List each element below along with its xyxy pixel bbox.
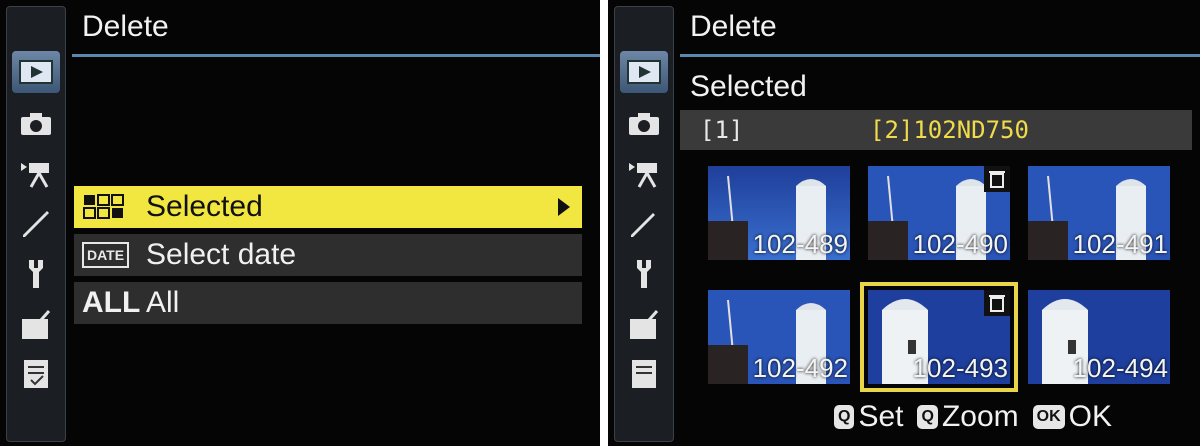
zoom-key-icon: Q [917,405,938,429]
date-icon: DATE [82,242,130,268]
custom-settings-tab[interactable] [620,203,668,245]
current-folder[interactable]: [2]102ND750 [870,116,1029,144]
thumbnail-label: 102-494 [1072,353,1168,383]
ok-key-icon: OK [1032,405,1065,429]
trash-icon [984,166,1010,192]
set-label: Set [858,400,904,433]
movie-menu-tab[interactable] [620,153,668,195]
thumbnail-label: 102-489 [752,229,848,259]
submenu-arrow-icon [558,198,570,216]
all-icon: ALL [82,286,141,319]
menu-item-label: Select date [146,238,297,271]
recent-settings-tab[interactable] [620,353,668,395]
movie-icon [629,163,657,188]
menu-sidebar [6,6,66,442]
thumbnail-label: 102-491 [1072,229,1168,259]
movie-icon [21,163,49,188]
zoom-out-thumbnail-key-icon: Q [834,405,855,429]
page-title: Delete [690,10,777,43]
recent-settings-tab[interactable] [12,353,60,395]
recent-settings-icon [24,360,48,388]
ok-label: OK [1068,400,1112,433]
setup-menu-tab[interactable] [12,253,60,295]
folder-1-tab[interactable]: [1] [700,116,743,144]
ok-hint[interactable]: OK OK [1032,400,1112,434]
zoom-label: Zoom [941,400,1019,433]
thumbnail-label: 102-493 [912,353,1008,383]
playback-menu-tab[interactable] [12,51,60,93]
thumbnail-grid-icon [74,192,146,222]
movie-menu-tab[interactable] [12,153,60,195]
retouch-icon [630,310,659,339]
retouch-menu-tab[interactable] [12,303,60,345]
menu-sidebar [614,6,674,442]
pencil-icon [23,211,49,237]
title-divider [680,54,1200,57]
thumbnail-current[interactable]: 102-493 [860,282,1018,392]
trash-icon [984,290,1010,316]
setup-menu-tab[interactable] [620,253,668,295]
footer-help: Q Set Q Zoom OK OK [834,400,1112,434]
playback-menu-tab[interactable] [620,51,668,93]
retouch-icon [22,310,51,339]
thumbnail-label: 102-492 [752,353,848,383]
page-subtitle: Selected [690,70,807,103]
menu-item-label: Selected [146,190,263,223]
menu-item-label: All [146,286,180,319]
playback-icon [19,60,53,84]
retouch-menu-tab[interactable] [620,303,668,345]
pencil-icon [631,213,655,237]
thumbnail[interactable]: 102-492 [708,290,850,384]
set-hint[interactable]: Q Set [834,400,903,434]
menu-item-selected[interactable]: Selected [74,186,582,228]
title-divider [72,54,600,57]
thumbnail[interactable]: 102-491 [1028,166,1170,260]
thumbnail[interactable]: 102-494 [1028,290,1170,384]
thumbnail-label: 102-490 [912,229,1008,259]
shooting-menu-tab[interactable] [12,103,60,145]
page-title: Delete [82,10,169,43]
shooting-menu-tab[interactable] [620,103,668,145]
custom-settings-tab[interactable] [12,203,60,245]
menu-item-select-date[interactable]: DATE Select date [74,234,582,276]
playback-icon [627,60,661,84]
thumbnail[interactable]: 102-490 [868,166,1010,260]
thumbnail[interactable]: 102-489 [708,166,850,260]
delete-menu-screen: Delete Selected DATE Select date ALL All [0,0,600,446]
menu-item-all[interactable]: ALL All [74,282,582,324]
recent-settings-icon [632,360,656,388]
folder-bar: [1] [2]102ND750 [680,110,1192,150]
camera-icon [21,113,51,135]
wrench-icon [637,260,651,288]
folder-name: 102ND750 [913,116,1029,144]
zoom-hint[interactable]: Q Zoom [917,400,1019,434]
delete-selected-screen: Delete Selected [1] [2]102ND750 102-489 … [608,0,1200,446]
wrench-icon [29,260,43,288]
camera-icon [629,113,659,135]
